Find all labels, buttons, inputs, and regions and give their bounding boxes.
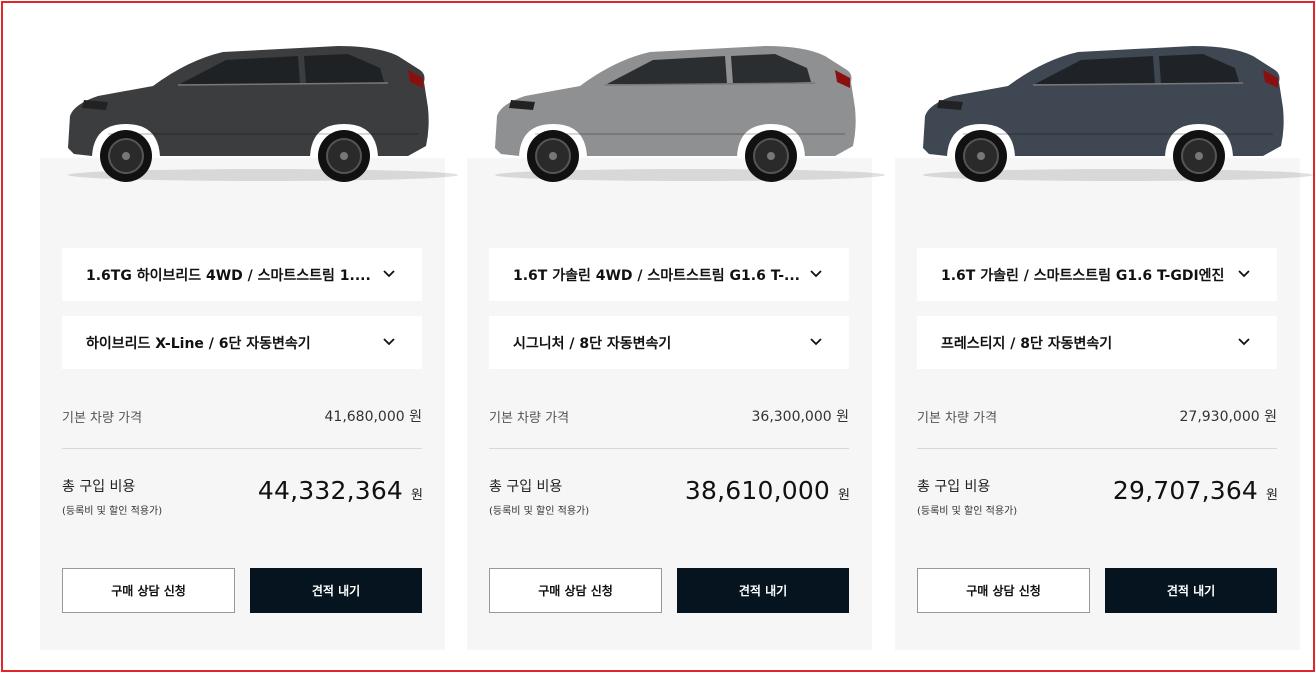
consult-button[interactable]: 구매 상담 신청	[917, 568, 1090, 613]
grade-select-label: 시그니처 / 8단 자동변속기	[513, 335, 672, 352]
chevron-down-icon	[810, 269, 822, 277]
base-price-value: 27,930,000 원	[1179, 409, 1278, 425]
trim-select[interactable]: 1.6TG 하이브리드 4WD / 스마트스트림 1....	[62, 248, 422, 301]
trim-select-label: 1.6TG 하이브리드 4WD / 스마트스트림 1....	[86, 267, 371, 284]
trim-select[interactable]: 1.6T 가솔린 4WD / 스마트스트림 G1.6 T-...	[489, 248, 849, 301]
car-image	[923, 46, 1313, 182]
base-price-label: 기본 차량 가격	[917, 410, 998, 426]
chevron-down-icon	[383, 337, 395, 345]
total-cost-label: 총 구입 비용	[489, 479, 563, 495]
grade-select[interactable]: 하이브리드 X-Line / 6단 자동변속기	[62, 316, 422, 369]
total-cost-label: 총 구입 비용	[62, 479, 136, 495]
divider	[489, 448, 849, 449]
base-price-row: 기본 차량 가격 41,680,000 원	[62, 406, 422, 426]
divider	[62, 448, 422, 449]
car-image	[495, 46, 885, 182]
grade-select[interactable]: 프레스티지 / 8단 자동변속기	[917, 316, 1277, 369]
total-cost-number: 29,707,364	[1112, 476, 1259, 505]
consult-button[interactable]: 구매 상담 신청	[489, 568, 662, 613]
base-price-value: 36,300,000 원	[751, 409, 850, 425]
chevron-down-icon	[1238, 337, 1250, 345]
trim-select-label: 1.6T 가솔린 4WD / 스마트스트림 G1.6 T-...	[513, 267, 800, 284]
base-price-label: 기본 차량 가격	[489, 410, 570, 426]
consult-button[interactable]: 구매 상담 신청	[62, 568, 235, 613]
grade-select[interactable]: 시그니처 / 8단 자동변속기	[489, 316, 849, 369]
trim-select-label: 1.6T 가솔린 / 스마트스트림 G1.6 T-GDI엔진	[941, 267, 1225, 284]
quote-button[interactable]: 견적 내기	[677, 568, 849, 613]
base-price-value: 41,680,000 원	[324, 409, 423, 425]
trim-select[interactable]: 1.6T 가솔린 / 스마트스트림 G1.6 T-GDI엔진	[917, 248, 1277, 301]
total-cost-label: 총 구입 비용	[917, 479, 991, 495]
base-price-row: 기본 차량 가격 27,930,000 원	[917, 406, 1277, 426]
base-price-row: 기본 차량 가격 36,300,000 원	[489, 406, 849, 426]
currency-unit: 원	[1266, 488, 1278, 503]
chevron-down-icon	[810, 337, 822, 345]
grade-select-label: 프레스티지 / 8단 자동변속기	[941, 335, 1113, 352]
total-cost-number: 38,610,000	[684, 476, 831, 505]
total-cost-note: (등록비 및 할인 적용가)	[489, 506, 590, 517]
grade-select-label: 하이브리드 X-Line / 6단 자동변속기	[86, 335, 311, 352]
currency-unit: 원	[838, 488, 850, 503]
total-cost-number: 44,332,364	[257, 476, 404, 505]
total-cost-note: (등록비 및 할인 적용가)	[62, 506, 163, 517]
trim-card: 1.6TG 하이브리드 4WD / 스마트스트림 1.... 하이브리드 X-L…	[40, 158, 445, 650]
trim-card: 1.6T 가솔린 / 스마트스트림 G1.6 T-GDI엔진 프레스티지 / 8…	[895, 158, 1300, 650]
quote-button[interactable]: 견적 내기	[250, 568, 422, 613]
currency-unit: 원	[411, 488, 423, 503]
total-cost-note: (등록비 및 할인 적용가)	[917, 506, 1018, 517]
total-cost-value: 29,707,364 원	[1113, 476, 1278, 505]
quote-button[interactable]: 견적 내기	[1105, 568, 1277, 613]
total-cost-value: 38,610,000 원	[685, 476, 850, 505]
base-price-label: 기본 차량 가격	[62, 410, 143, 426]
trim-card: 1.6T 가솔린 4WD / 스마트스트림 G1.6 T-... 시그니처 / …	[467, 158, 872, 650]
chevron-down-icon	[383, 269, 395, 277]
chevron-down-icon	[1238, 269, 1250, 277]
car-image	[68, 46, 458, 182]
divider	[917, 448, 1277, 449]
total-cost-value: 44,332,364 원	[258, 476, 423, 505]
